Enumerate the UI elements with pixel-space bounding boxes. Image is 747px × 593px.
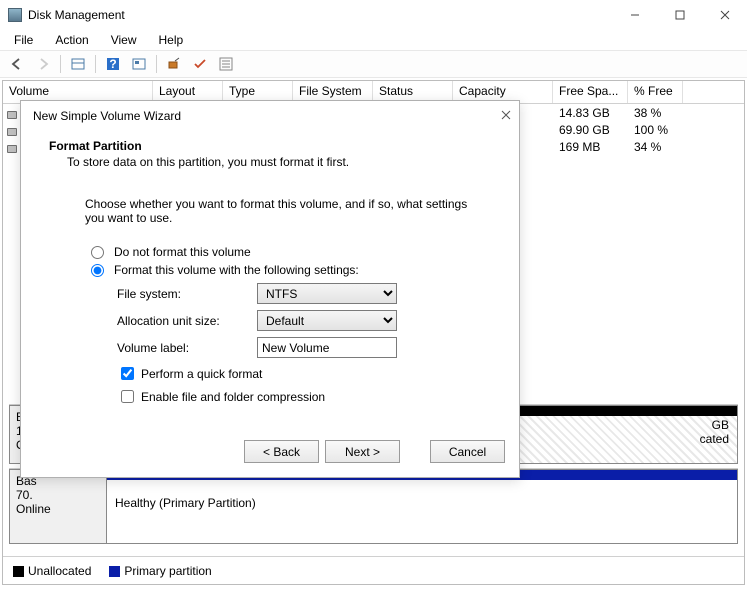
label-allocation: Allocation unit size:	[117, 314, 257, 328]
drive-icon	[7, 128, 17, 136]
radio-noformat[interactable]	[91, 246, 104, 259]
disk-map[interactable]: Healthy (Primary Partition)	[107, 469, 738, 544]
menu-view[interactable]: View	[107, 31, 141, 49]
select-allocation[interactable]: Default	[257, 310, 397, 331]
disk-status: Online	[16, 502, 100, 516]
input-volumelabel[interactable]	[257, 337, 397, 358]
toolbar: ?	[0, 50, 747, 78]
wizard-close-button[interactable]	[501, 109, 511, 123]
col-pctfree[interactable]: % Free	[628, 81, 683, 103]
forward-icon[interactable]	[32, 53, 54, 75]
svg-text:?: ?	[109, 57, 116, 71]
settings-icon[interactable]	[128, 53, 150, 75]
select-filesystem[interactable]: NTFS	[257, 283, 397, 304]
label-noformat: Do not format this volume	[114, 245, 251, 259]
label-format: Format this volume with the following se…	[114, 263, 359, 277]
drive-icon	[7, 145, 17, 153]
back-button[interactable]: < Back	[244, 440, 319, 463]
app-icon	[8, 8, 22, 22]
legend-primary: Primary partition	[124, 564, 211, 578]
wizard-prompt: Choose whether you want to format this v…	[61, 197, 487, 225]
label-compression: Enable file and folder compression	[141, 390, 325, 404]
checkbox-quickformat[interactable]	[121, 367, 134, 380]
part-status: Healthy (Primary Partition)	[115, 496, 729, 510]
titlebar: Disk Management	[0, 0, 747, 30]
cell-free: 14.83 GB	[553, 106, 628, 123]
view-icon[interactable]	[67, 53, 89, 75]
cell-pct: 38 %	[628, 106, 683, 123]
col-freespace[interactable]: Free Spa...	[553, 81, 628, 103]
cell-pct: 34 %	[628, 140, 683, 157]
next-button[interactable]: Next >	[325, 440, 400, 463]
radio-format[interactable]	[91, 264, 104, 277]
legend: Unallocated Primary partition	[3, 556, 744, 584]
menu-help[interactable]: Help	[155, 31, 188, 49]
maximize-button[interactable]	[657, 1, 702, 29]
cancel-button[interactable]: Cancel	[430, 440, 505, 463]
wizard-title: New Simple Volume Wizard	[33, 109, 181, 123]
menu-action[interactable]: Action	[51, 31, 92, 49]
disk-size: 70.	[16, 488, 100, 502]
wizard-dialog: New Simple Volume Wizard Format Partitio…	[20, 100, 520, 478]
menu-file[interactable]: File	[10, 31, 37, 49]
window-title: Disk Management	[28, 8, 125, 22]
disk-panel-1: Bas 70. Online Healthy (Primary Partitio…	[9, 468, 738, 544]
wizard-heading: Format Partition	[49, 139, 499, 153]
label-volumelabel: Volume label:	[117, 341, 257, 355]
label-quickformat: Perform a quick format	[141, 367, 262, 381]
cell-free: 169 MB	[553, 140, 628, 157]
menubar: File Action View Help	[0, 30, 747, 50]
back-icon[interactable]	[6, 53, 28, 75]
cell-pct: 100 %	[628, 123, 683, 140]
close-button[interactable]	[702, 1, 747, 29]
checkbox-compression[interactable]	[121, 390, 134, 403]
cell-free: 69.90 GB	[553, 123, 628, 140]
wizard-subtitle: To store data on this partition, you mus…	[67, 155, 499, 169]
check-icon[interactable]	[189, 53, 211, 75]
action-icon-1[interactable]	[163, 53, 185, 75]
disk-header[interactable]: Bas 70. Online	[9, 469, 107, 544]
help-icon[interactable]: ?	[102, 53, 124, 75]
swatch-primary	[109, 566, 120, 577]
list-icon[interactable]	[215, 53, 237, 75]
label-filesystem: File system:	[117, 287, 257, 301]
swatch-unallocated	[13, 566, 24, 577]
drive-icon	[7, 111, 17, 119]
minimize-button[interactable]	[612, 1, 657, 29]
legend-unallocated: Unallocated	[28, 564, 91, 578]
